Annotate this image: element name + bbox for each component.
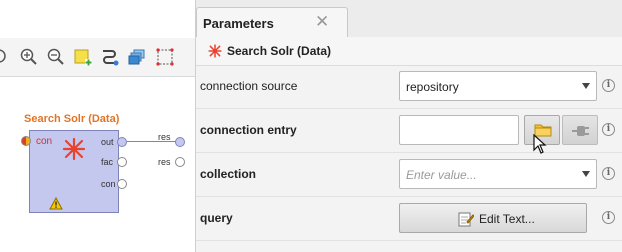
operator-title: Search Solr (Data) bbox=[24, 113, 120, 125]
param-row-query: query Edit Text... i bbox=[196, 197, 622, 241]
auto-wire-icon[interactable] bbox=[100, 47, 120, 67]
param-row-collection: collection Enter value... i bbox=[196, 153, 622, 197]
output-port-fac[interactable] bbox=[117, 157, 127, 167]
select-all-icon[interactable] bbox=[155, 47, 175, 67]
param-label: collection bbox=[200, 167, 257, 181]
connection-entry-input[interactable] bbox=[399, 115, 519, 145]
collection-select[interactable]: Enter value... bbox=[399, 159, 597, 189]
input-port-con[interactable] bbox=[21, 136, 31, 146]
result-port[interactable] bbox=[175, 137, 185, 147]
output-port-label: out bbox=[101, 137, 114, 147]
param-label: connection source bbox=[200, 79, 298, 93]
operator-name: Search Solr (Data) bbox=[227, 44, 332, 58]
info-icon[interactable]: i bbox=[602, 79, 615, 92]
edit-text-button[interactable]: Edit Text... bbox=[399, 203, 587, 233]
add-note-icon[interactable] bbox=[73, 47, 93, 67]
parameters-panel: Parameters ✕ Search Solr (Data) connecti… bbox=[195, 0, 622, 252]
edit-icon bbox=[458, 212, 474, 227]
info-icon[interactable]: i bbox=[602, 167, 615, 180]
cursor-icon bbox=[533, 134, 547, 154]
zoom-in-icon[interactable] bbox=[19, 47, 39, 67]
panel-tab-strip: Parameters ✕ bbox=[196, 0, 622, 37]
param-label: connection entry bbox=[200, 123, 297, 137]
solr-icon bbox=[62, 137, 86, 161]
output-port-con[interactable] bbox=[117, 179, 127, 189]
zoom-out-icon[interactable] bbox=[46, 47, 66, 67]
output-port-label: fac bbox=[101, 157, 114, 167]
connection-plug-button[interactable] bbox=[562, 115, 598, 145]
param-label: query bbox=[200, 211, 233, 225]
solr-icon bbox=[208, 44, 222, 58]
param-row-connection-source: connection source repository i bbox=[196, 65, 622, 109]
input-port-label: con bbox=[36, 136, 53, 147]
chevron-down-icon bbox=[582, 171, 590, 177]
param-row-connection-entry: connection entry i bbox=[196, 109, 622, 154]
operator-header: Search Solr (Data) bbox=[196, 37, 622, 66]
tab-label: Parameters bbox=[203, 16, 274, 31]
select-value: repository bbox=[406, 80, 459, 94]
select-placeholder: Enter value... bbox=[406, 168, 477, 182]
chevron-down-icon bbox=[582, 83, 590, 89]
connection-source-select[interactable]: repository bbox=[399, 71, 597, 101]
warning-icon bbox=[49, 197, 63, 210]
result-port-label: res bbox=[158, 132, 171, 142]
result-port-label: res bbox=[158, 157, 171, 167]
tab-parameters[interactable]: Parameters ✕ bbox=[196, 7, 348, 37]
process-toolbar bbox=[0, 38, 195, 77]
plug-icon bbox=[572, 126, 589, 136]
edit-button-label: Edit Text... bbox=[479, 212, 535, 226]
info-icon[interactable]: i bbox=[602, 211, 615, 224]
layers-icon[interactable] bbox=[127, 47, 147, 67]
result-port[interactable] bbox=[175, 157, 185, 167]
output-port-out[interactable] bbox=[117, 137, 127, 147]
zoom-fit-icon[interactable] bbox=[0, 47, 10, 67]
close-icon[interactable]: ✕ bbox=[315, 12, 329, 32]
process-view: Search Solr (Data) con out fac con res r… bbox=[0, 0, 195, 252]
output-port-label: con bbox=[101, 179, 116, 189]
info-icon[interactable]: i bbox=[602, 123, 615, 136]
